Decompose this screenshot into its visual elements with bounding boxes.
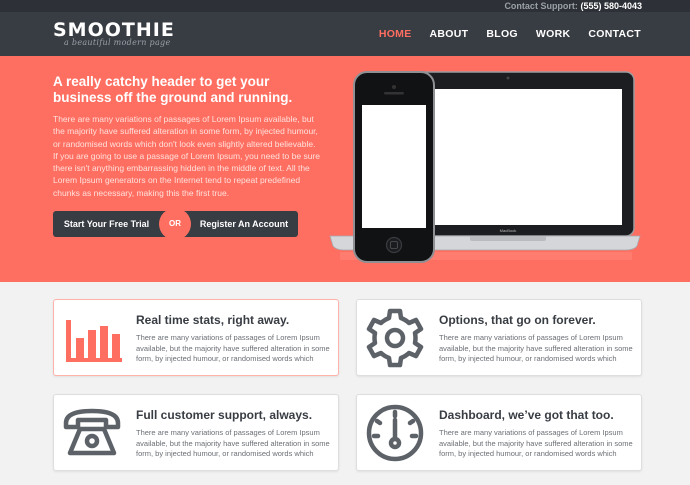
hero-body: There are many variations of passages of… xyxy=(53,114,320,198)
cta-group: Start Your Free Trial Register An Accoun… xyxy=(53,208,298,240)
telephone-icon xyxy=(63,408,121,456)
feature-card-stats[interactable]: Real time stats, right away. There are m… xyxy=(53,299,339,376)
feature-body: There are many variations of passages of… xyxy=(136,428,330,458)
feature-body: There are many variations of passages of… xyxy=(136,333,330,363)
feature-title: Dashboard, we’ve got that too. xyxy=(439,408,614,422)
hero-section: A really catchy header to get your busin… xyxy=(0,56,690,282)
feature-title: Full customer support, always. xyxy=(136,408,313,422)
start-free-trial-button[interactable]: Start Your Free Trial xyxy=(53,211,168,237)
hero-title: A really catchy header to get your busin… xyxy=(53,74,293,105)
nav-home[interactable]: HOME xyxy=(379,28,412,40)
feature-card-support[interactable]: Full customer support, always. There are… xyxy=(53,394,339,471)
nav-blog[interactable]: BLOG xyxy=(486,28,518,40)
contact-support: Contact Support: (555) 580-4043 xyxy=(504,0,642,12)
top-bar: Contact Support: (555) 580-4043 xyxy=(0,0,690,12)
feature-title: Options, that go on forever. xyxy=(439,313,596,327)
laptop-brand: MacBook xyxy=(500,228,517,233)
nav-about[interactable]: ABOUT xyxy=(430,28,469,40)
gear-icon xyxy=(366,308,424,368)
contact-support-label: Contact Support: xyxy=(504,1,578,11)
bar-chart-icon xyxy=(66,320,122,362)
site-header: SMOOTHIE a beautiful modern page HOME AB… xyxy=(0,12,690,56)
nav-contact[interactable]: CONTACT xyxy=(588,28,641,40)
feature-body: There are many variations of passages of… xyxy=(439,428,633,458)
device-mockups: MacBook xyxy=(329,71,641,263)
phone-mockup xyxy=(353,71,435,263)
register-account-button[interactable]: Register An Account xyxy=(178,211,298,237)
main-nav: HOME ABOUT BLOG WORK CONTACT xyxy=(361,28,641,40)
contact-support-phone[interactable]: (555) 580-4043 xyxy=(580,1,642,11)
feature-title: Real time stats, right away. xyxy=(136,313,290,327)
feature-body: There are many variations of passages of… xyxy=(439,333,633,363)
logo-tagline: a beautiful modern page xyxy=(64,38,171,47)
feature-card-options[interactable]: Options, that go on forever. There are m… xyxy=(356,299,642,376)
nav-work[interactable]: WORK xyxy=(536,28,570,40)
or-separator: OR xyxy=(159,208,191,240)
feature-card-dashboard[interactable]: Dashboard, we’ve got that too. There are… xyxy=(356,394,642,471)
dashboard-gauge-icon xyxy=(366,404,424,462)
